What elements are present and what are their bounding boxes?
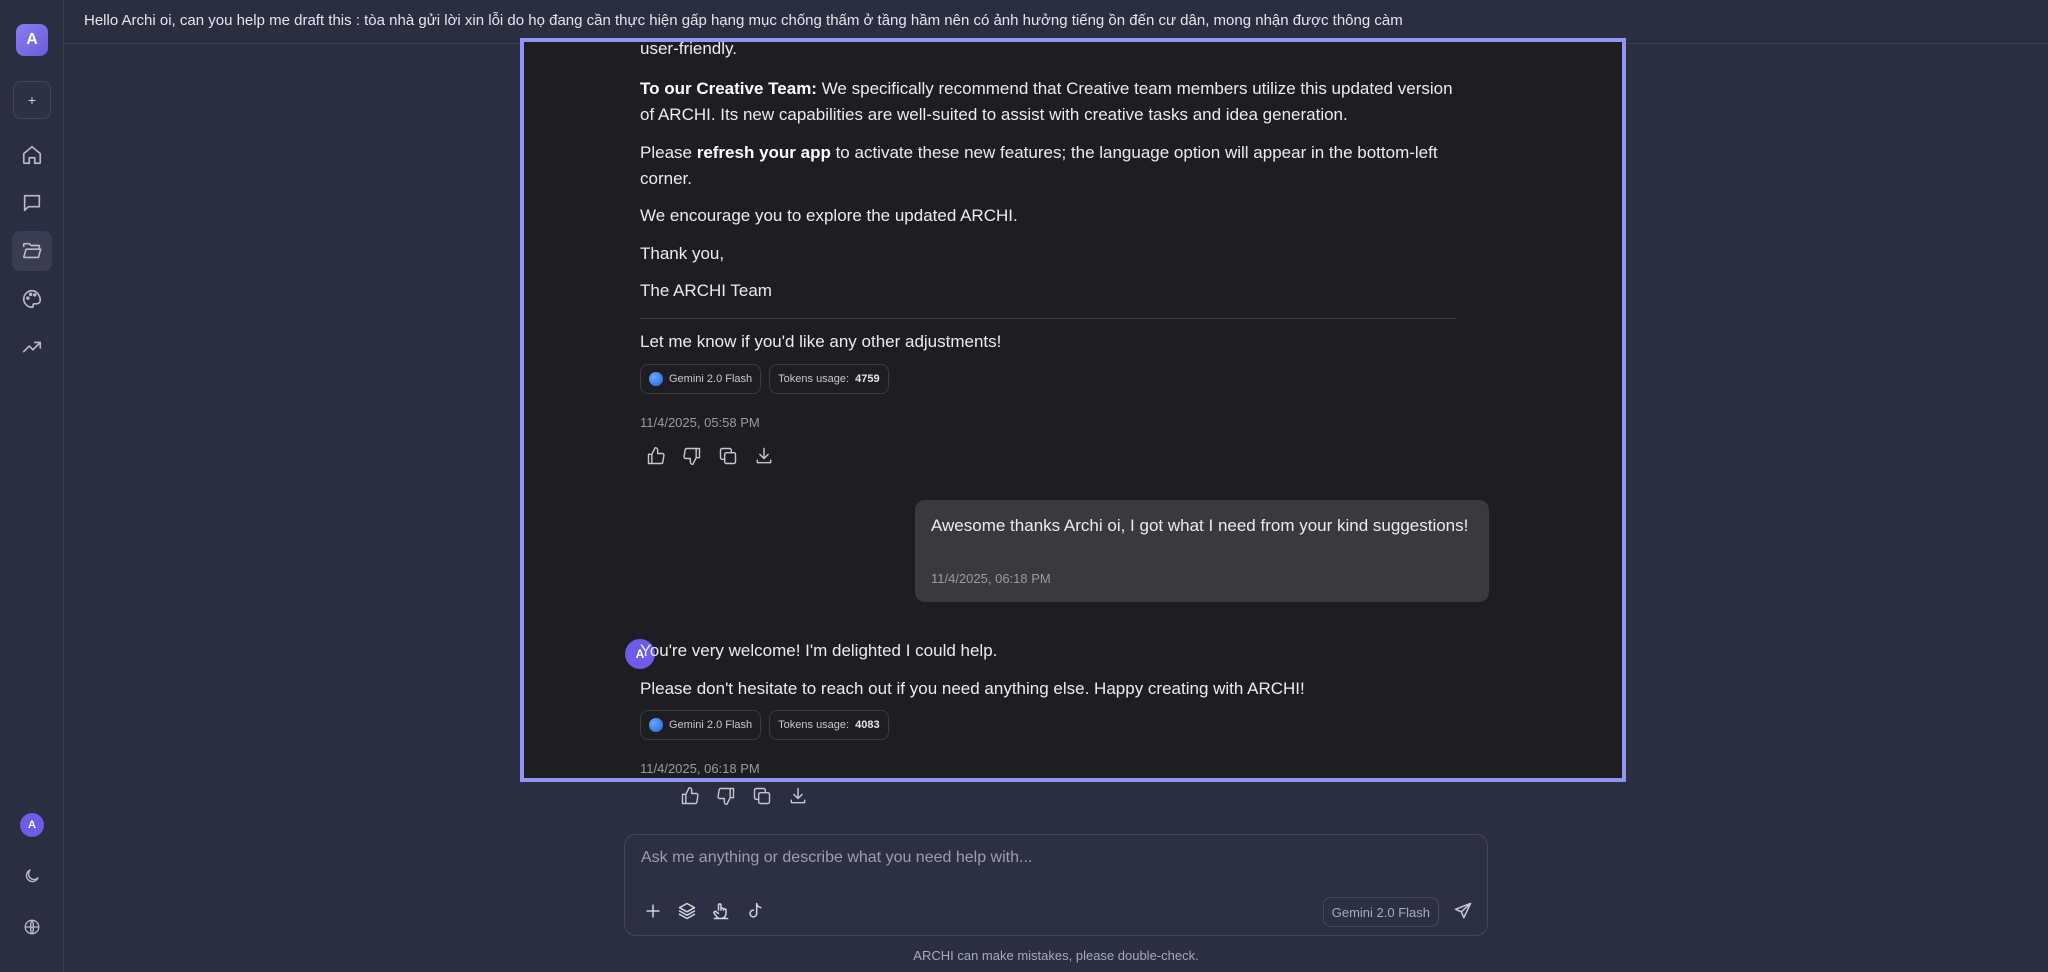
message-timestamp: 11/4/2025, 05:58 PM	[640, 415, 760, 430]
bold-text: refresh your app	[696, 143, 831, 162]
message-text: Please	[640, 143, 697, 162]
token-label: Tokens usage:	[778, 719, 850, 731]
thumbs-up-icon[interactable]	[680, 786, 700, 811]
download-icon[interactable]	[788, 786, 808, 811]
copy-icon[interactable]	[752, 786, 772, 811]
app-logo[interactable]: A	[16, 24, 48, 56]
message-paragraph: Please don't hesitate to reach out if yo…	[640, 679, 1305, 698]
chat-icon[interactable]	[12, 183, 52, 223]
composer-tools	[643, 901, 765, 926]
bold-text: To our Creative Team:	[640, 79, 817, 98]
thumbs-down-icon[interactable]	[682, 446, 702, 471]
model-name: Gemini 2.0 Flash	[669, 373, 753, 385]
thumbs-down-icon[interactable]	[716, 786, 736, 811]
hand-pointer-icon[interactable]	[711, 901, 731, 926]
divider	[640, 318, 1456, 319]
token-count: 4083	[855, 719, 880, 731]
moon-icon[interactable]	[12, 856, 52, 896]
tiktok-icon[interactable]	[745, 901, 765, 926]
token-usage-badge: Tokens usage: 4083	[769, 710, 889, 740]
chat-input[interactable]: Ask me anything or describe what you nee…	[641, 849, 1032, 867]
user-message-text: Awesome thanks Archi oi, I got what I ne…	[931, 516, 1469, 535]
message-paragraph: Let me know if you'd like any other adju…	[640, 332, 1002, 351]
disclaimer-text: ARCHI can make mistakes, please double-c…	[913, 948, 1199, 963]
thumbs-up-icon[interactable]	[646, 446, 666, 471]
token-usage-badge: Tokens usage: 4759	[769, 364, 889, 394]
model-badge: Gemini 2.0 Flash	[640, 710, 762, 740]
message-actions	[646, 446, 774, 471]
message-paragraph: user-friendly.	[640, 39, 737, 58]
model-badge: Gemini 2.0 Flash	[640, 364, 762, 394]
message-timestamp: 11/4/2025, 06:18 PM	[640, 761, 760, 776]
globe-icon[interactable]	[12, 907, 52, 947]
copy-icon[interactable]	[718, 446, 738, 471]
send-icon[interactable]	[1453, 901, 1473, 926]
token-label: Tokens usage:	[778, 373, 850, 385]
trending-up-icon[interactable]	[12, 327, 52, 367]
gemini-icon	[649, 372, 663, 386]
message-timestamp: 11/4/2025, 06:18 PM	[931, 571, 1051, 586]
token-count: 4759	[855, 373, 880, 385]
plus-icon[interactable]	[643, 901, 663, 926]
message-meta: Gemini 2.0 Flash Tokens usage: 4083	[640, 710, 889, 740]
chat-panel: user-friendly. To our Creative Team: We …	[520, 38, 1626, 782]
chat-composer: Ask me anything or describe what you nee…	[624, 834, 1488, 936]
message-paragraph: The ARCHI Team	[640, 281, 772, 300]
layers-icon[interactable]	[677, 901, 697, 926]
sidebar: A + A	[0, 0, 64, 972]
home-icon[interactable]	[12, 135, 52, 175]
message-paragraph: You're very welcome! I'm delighted I cou…	[640, 641, 998, 660]
model-name: Gemini 2.0 Flash	[669, 719, 753, 731]
download-icon[interactable]	[754, 446, 774, 471]
message-actions	[680, 786, 808, 811]
message-paragraph: We encourage you to explore the updated …	[640, 206, 1018, 225]
message-paragraph: To our Creative Team: We specifically re…	[640, 76, 1456, 128]
user-message: Awesome thanks Archi oi, I got what I ne…	[915, 500, 1489, 602]
folder-open-icon[interactable]	[12, 231, 52, 271]
message-paragraph: Thank you,	[640, 244, 725, 263]
user-avatar[interactable]: A	[20, 813, 44, 837]
message-paragraph: Please refresh your app to activate thes…	[640, 140, 1456, 192]
new-chat-button[interactable]: +	[13, 81, 51, 119]
message-meta: Gemini 2.0 Flash Tokens usage: 4759	[640, 364, 889, 394]
palette-icon[interactable]	[12, 279, 52, 319]
model-selector[interactable]: Gemini 2.0 Flash	[1322, 897, 1439, 927]
gemini-icon	[649, 718, 663, 732]
